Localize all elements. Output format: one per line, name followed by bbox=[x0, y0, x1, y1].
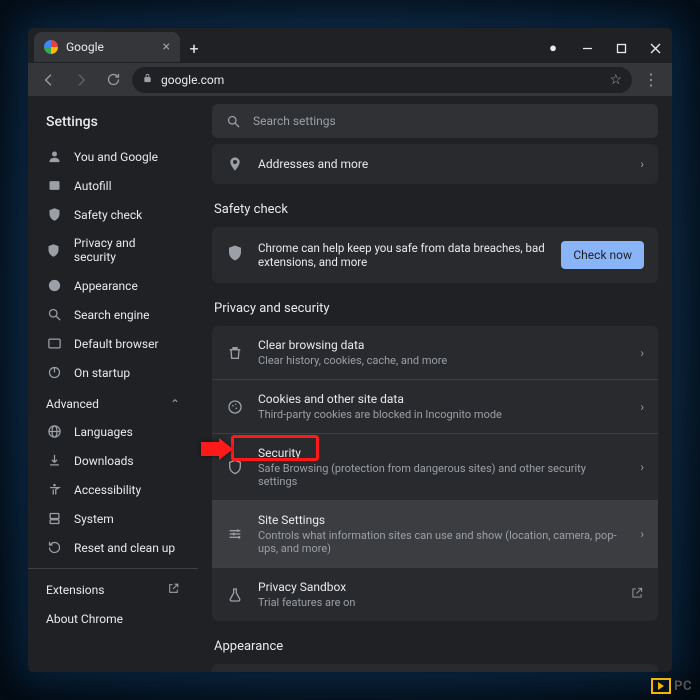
sidebar-item-on-startup[interactable]: On startup bbox=[28, 358, 198, 387]
window-record-indicator: ● bbox=[536, 34, 570, 62]
sidebar-item-accessibility[interactable]: Accessibility bbox=[28, 475, 198, 504]
sidebar-item-reset[interactable]: Reset and clean up bbox=[28, 533, 198, 562]
tab-close-icon[interactable]: × bbox=[163, 39, 170, 55]
row-cookies[interactable]: Cookies and other site dataThird-party c… bbox=[212, 380, 658, 434]
sidebar-item-autofill[interactable]: Autofill bbox=[28, 171, 198, 200]
chevron-right-icon: › bbox=[640, 527, 644, 541]
browser-icon bbox=[46, 336, 62, 351]
chevron-right-icon: › bbox=[640, 460, 644, 474]
flask-icon bbox=[226, 587, 244, 603]
back-button[interactable] bbox=[36, 67, 62, 93]
person-icon bbox=[46, 149, 62, 164]
safety-check-card: Chrome can help keep you safe from data … bbox=[212, 227, 658, 283]
chevron-right-icon: › bbox=[640, 400, 644, 414]
tune-icon bbox=[226, 526, 244, 542]
address-bar[interactable]: google.com ☆ bbox=[132, 67, 632, 93]
url-text: google.com bbox=[161, 73, 224, 87]
window-close-button[interactable] bbox=[638, 34, 672, 62]
chevron-up-icon: ⌃ bbox=[170, 397, 180, 411]
check-now-button[interactable]: Check now bbox=[561, 241, 644, 269]
sidebar-item-downloads[interactable]: Downloads bbox=[28, 446, 198, 475]
lock-icon bbox=[142, 73, 153, 87]
restore-icon bbox=[46, 540, 62, 555]
favicon-google bbox=[44, 40, 58, 54]
accessibility-icon bbox=[46, 482, 62, 497]
row-clear-browsing-data[interactable]: Clear browsing dataClear history, cookie… bbox=[212, 326, 658, 380]
paint-icon bbox=[46, 278, 62, 293]
shield-check-icon bbox=[46, 207, 62, 222]
browser-window: Google × + ● google.com ☆ ⋮ Settings You… bbox=[28, 28, 672, 672]
section-appearance: Appearance bbox=[214, 639, 656, 654]
settings-heading: Settings bbox=[28, 104, 198, 142]
settings-main: Search settings Addresses and more › Saf… bbox=[198, 96, 672, 672]
sidebar-item-about-chrome[interactable]: About Chrome bbox=[28, 605, 198, 633]
search-icon bbox=[46, 307, 62, 322]
settings-page: Settings You and Google Autofill Safety … bbox=[28, 96, 672, 672]
browser-tab[interactable]: Google × bbox=[34, 32, 180, 62]
power-icon bbox=[46, 365, 62, 380]
privacy-list: Clear browsing dataClear history, cookie… bbox=[212, 326, 658, 621]
chevron-right-icon: › bbox=[640, 157, 644, 171]
sidebar-item-default-browser[interactable]: Default browser bbox=[28, 329, 198, 358]
reload-button[interactable] bbox=[100, 67, 126, 93]
sidebar-item-languages[interactable]: Languages bbox=[28, 417, 198, 446]
open-in-new-icon bbox=[630, 585, 644, 604]
shield-icon bbox=[46, 243, 62, 258]
row-theme[interactable]: ThemeJust Black Reset to default bbox=[212, 664, 658, 672]
forward-button[interactable] bbox=[68, 67, 94, 93]
sidebar-advanced-toggle[interactable]: Advanced⌃ bbox=[28, 387, 198, 417]
window-maximize-button[interactable] bbox=[604, 34, 638, 62]
sidebar-item-extensions[interactable]: Extensions bbox=[28, 575, 198, 605]
row-site-settings[interactable]: Site SettingsControls what information s… bbox=[212, 501, 658, 568]
search-icon bbox=[226, 114, 241, 129]
sidebar-item-privacy-security[interactable]: Privacy and security bbox=[28, 229, 198, 271]
watermark: PC bbox=[651, 678, 692, 694]
new-tab-button[interactable]: + bbox=[180, 34, 208, 62]
sidebar-item-system[interactable]: System bbox=[28, 504, 198, 533]
trash-icon bbox=[226, 345, 244, 361]
section-safety-check: Safety check bbox=[214, 202, 656, 217]
search-placeholder: Search settings bbox=[253, 114, 336, 128]
row-privacy-sandbox[interactable]: Privacy SandboxTrial features are on bbox=[212, 568, 658, 621]
row-security[interactable]: SecuritySafe Browsing (protection from d… bbox=[212, 434, 658, 501]
sidebar-item-you-and-google[interactable]: You and Google bbox=[28, 142, 198, 171]
security-icon bbox=[226, 459, 244, 475]
tab-strip: Google × + ● bbox=[28, 28, 672, 62]
toolbar: google.com ☆ ⋮ bbox=[28, 62, 672, 96]
open-in-new-icon bbox=[167, 582, 180, 598]
window-minimize-button[interactable] bbox=[570, 34, 604, 62]
settings-sidebar: Settings You and Google Autofill Safety … bbox=[28, 96, 198, 672]
shield-reload-icon bbox=[226, 244, 244, 266]
cookie-icon bbox=[226, 399, 244, 415]
row-addresses-and-more[interactable]: Addresses and more › bbox=[212, 144, 658, 184]
autofill-icon bbox=[46, 178, 62, 193]
tab-title: Google bbox=[66, 40, 104, 54]
sidebar-item-safety-check[interactable]: Safety check bbox=[28, 200, 198, 229]
sidebar-item-search-engine[interactable]: Search engine bbox=[28, 300, 198, 329]
sidebar-item-appearance[interactable]: Appearance bbox=[28, 271, 198, 300]
chevron-right-icon: › bbox=[640, 346, 644, 360]
section-privacy-security: Privacy and security bbox=[214, 301, 656, 316]
download-icon bbox=[46, 453, 62, 468]
system-icon bbox=[46, 511, 62, 526]
location-icon bbox=[226, 156, 244, 172]
safety-check-message: Chrome can help keep you safe from data … bbox=[258, 241, 547, 269]
settings-search[interactable]: Search settings bbox=[212, 104, 658, 138]
chrome-menu-button[interactable]: ⋮ bbox=[638, 70, 664, 89]
globe-icon bbox=[46, 424, 62, 439]
bookmark-star-icon[interactable]: ☆ bbox=[609, 72, 622, 88]
